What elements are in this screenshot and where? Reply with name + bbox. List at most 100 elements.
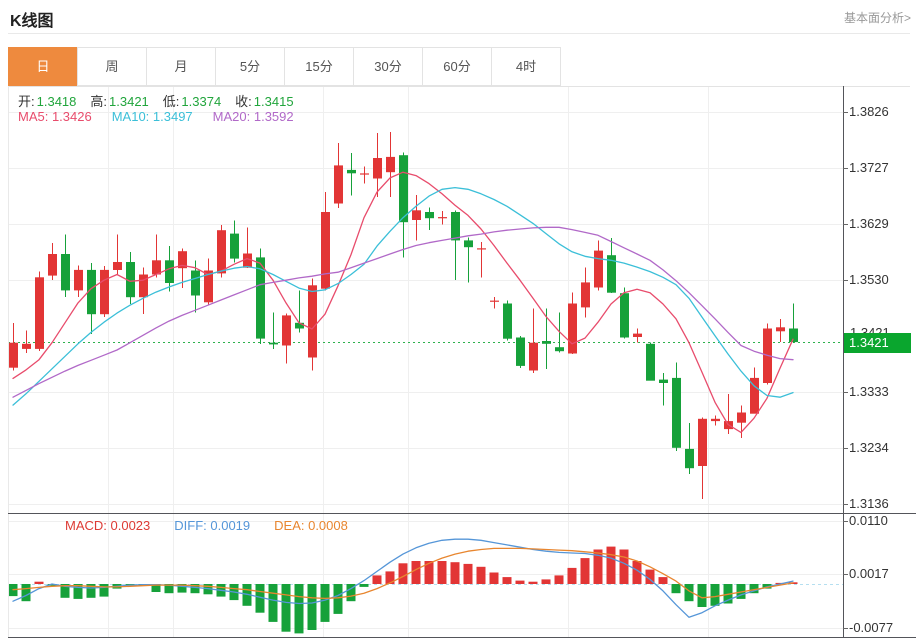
candle-body [698,419,707,466]
macd-histogram-bar [503,577,512,584]
ohlc-value: 1.3374 [181,94,221,109]
ma-item: MA20: 1.3592 [213,109,294,124]
candle-body [711,419,720,421]
price-tick-label: 1.3234 [849,440,889,455]
current-price-badge: 1.3421 [844,333,911,353]
macd-histogram-bar [464,564,473,584]
ohlc-label: 高: [90,94,107,109]
macd-item: DIFF: 0.0019 [174,518,250,533]
macd-histogram-bar [373,575,382,584]
macd-histogram-bar [360,584,369,587]
candle-body [386,157,395,172]
price-tick-label: 1.3629 [849,216,889,231]
candle-body [516,338,525,366]
candle-body [191,271,200,296]
ma-info-bar: MA5: 1.3426MA10: 1.3497MA20: 1.3592 [18,109,314,124]
tab-period-5[interactable]: 15分 [284,47,354,86]
kline-page: K线图 基本面分析> 日周月5分15分30分60分4时 开:1.3418高:1.… [0,0,918,639]
tab-period-7[interactable]: 60分 [422,47,492,86]
candle-body [503,304,512,339]
macd-histogram-bar [620,550,629,585]
candle-body [555,347,564,351]
macd-histogram-bar [282,584,291,632]
tab-period-4[interactable]: 5分 [215,47,285,86]
candle-body [48,254,57,276]
candle-body [542,341,551,344]
candle-body [282,315,291,345]
candle-body [594,251,603,288]
candle-body [581,282,590,307]
tab-period-1[interactable]: 日 [8,47,78,86]
macd-histogram-bar [659,577,668,584]
ohlc-value: 1.3421 [109,94,149,109]
candle-body [438,217,447,218]
candle-body [100,270,109,314]
candle-body [308,285,317,357]
macd-histogram-bar [22,584,31,601]
candle-body [360,173,369,174]
candle-body [412,210,421,220]
tab-period-2[interactable]: 周 [77,47,147,86]
macd-item: MACD: 0.0023 [65,518,150,533]
macd-histogram-bar [711,584,720,606]
candle-body [477,248,486,249]
candle-body [373,158,382,179]
ohlc-item: 开:1.3418 [18,91,76,110]
tab-period-3[interactable]: 月 [146,47,216,86]
ohlc-value: 1.3415 [254,94,294,109]
price-tick-label: 1.3530 [849,272,889,287]
candle-body [529,343,538,371]
macd-histogram-bar [269,584,278,622]
candle-body [646,344,655,381]
candle-body [776,327,785,331]
candle-body [620,293,629,337]
candle-body [61,254,70,290]
ohlc-item: 收:1.3415 [235,91,293,110]
candle-body [321,212,330,289]
candle-body [165,260,174,283]
ohlc-label: 低: [163,94,180,109]
candle-body [737,413,746,423]
macd-histogram-bar [490,573,499,585]
candle-body [217,230,226,273]
macd-histogram-bar [516,581,525,584]
macd-tick-label: -0.0077 [849,620,893,635]
macd-histogram-bar [529,582,538,584]
tab-period-8[interactable]: 4时 [491,47,561,86]
macd-histogram-bar [477,567,486,584]
ohlc-label: 收: [235,94,252,109]
candle-body [113,262,122,270]
tab-period-6[interactable]: 30分 [353,47,423,86]
candle-body [568,304,577,354]
macd-histogram-bar [321,584,330,622]
candle-body [269,343,278,345]
macd-histogram-bar [399,563,408,584]
candle-body [347,170,356,173]
candle-body [74,270,83,291]
candle-body [425,212,434,218]
ma-item: MA10: 1.3497 [112,109,193,124]
candle-body [35,277,44,349]
candle-body [22,344,31,349]
macd-histogram-bar [35,582,44,584]
macd-histogram-bar [451,562,460,584]
macd-tick-label: 0.0110 [849,513,888,528]
macd-item: DEA: 0.0008 [274,518,348,533]
macd-tick-label: 0.0017 [849,566,889,581]
macd-histogram-bar [607,547,616,584]
ohlc-item: 低:1.3374 [163,91,221,110]
macd-histogram-bar [672,584,681,593]
macd-histogram-bar [295,584,304,633]
macd-histogram-bar [542,579,551,584]
period-tabs: 日周月5分15分30分60分4时 [8,47,561,86]
macd-histogram-bar [100,584,109,597]
macd-histogram-bar [308,584,317,630]
candle-body [230,234,239,259]
candle-body [464,240,473,247]
candle-body [685,449,694,468]
candle-body [243,254,252,268]
macd-histogram-bar [412,561,421,584]
price-tick-label: 1.3136 [849,496,889,511]
candle-body [334,165,343,203]
candle-body [633,334,642,337]
